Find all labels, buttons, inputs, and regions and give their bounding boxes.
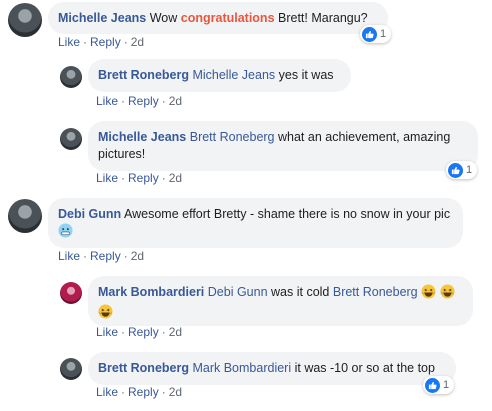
avatar[interactable] xyxy=(60,358,82,380)
separator: · xyxy=(161,325,166,339)
separator: · xyxy=(123,249,128,263)
laughing-emoji xyxy=(440,284,455,304)
comment-actions: Like · Reply · 2d xyxy=(96,171,182,185)
reaction-number: 1 xyxy=(466,164,473,176)
comment-timestamp[interactable]: 2d xyxy=(169,94,182,108)
comment-author[interactable]: Michelle Jeans xyxy=(98,130,186,144)
like-icon xyxy=(425,377,440,393)
like-link[interactable]: Like xyxy=(96,385,118,399)
comment-bubble: Brett Roneberg Mark Bombardieri it was -… xyxy=(88,352,456,385)
reply-link[interactable]: Reply xyxy=(128,325,159,339)
like-link[interactable]: Like xyxy=(96,94,118,108)
reply-link[interactable]: Reply xyxy=(90,35,121,49)
comment-timestamp[interactable]: 2d xyxy=(169,385,182,399)
comment-bubble: Brett Roneberg Michelle Jeans yes it was xyxy=(88,59,351,92)
reaction-number: 1 xyxy=(380,28,387,40)
comment-author[interactable]: Brett Roneberg xyxy=(98,68,189,82)
separator: · xyxy=(123,35,128,49)
separator: · xyxy=(161,385,166,399)
separator: · xyxy=(161,171,166,185)
reaction-count[interactable]: 1 xyxy=(423,376,455,394)
comment-timestamp[interactable]: 2d xyxy=(169,325,182,339)
reaction-count[interactable]: 1 xyxy=(360,25,392,43)
highlighted-word: congratulations xyxy=(180,11,275,25)
comment-author[interactable]: Brett Roneberg xyxy=(98,361,189,375)
separator: · xyxy=(121,385,126,399)
laughing-emoji xyxy=(421,284,436,304)
comment-bubble: Mark Bombardieri Debi Gunn was it cold B… xyxy=(88,276,473,326)
comment-timestamp[interactable]: 2d xyxy=(131,249,144,263)
comment-text: was it cold xyxy=(271,285,330,299)
comment-bubble: Michelle Jeans Wow congratulations Brett… xyxy=(48,2,388,34)
comment-actions: Like · Reply · 2d xyxy=(96,94,182,108)
comment-actions: Like · Reply · 2d xyxy=(58,249,144,263)
like-link[interactable]: Like xyxy=(96,325,118,339)
comment-timestamp[interactable]: 2d xyxy=(131,35,144,49)
separator: · xyxy=(121,325,126,339)
separator: · xyxy=(83,249,88,263)
like-icon xyxy=(362,26,377,42)
comment-bubble: Debi Gunn Awesome effort Bretty - shame … xyxy=(48,198,463,248)
separator: · xyxy=(161,94,166,108)
reply-link[interactable]: Reply xyxy=(128,385,159,399)
comment-author[interactable]: Mark Bombardieri xyxy=(98,285,204,299)
avatar[interactable] xyxy=(60,66,82,88)
comment-text: it was -10 or so at the top xyxy=(294,361,435,375)
comment-timestamp[interactable]: 2d xyxy=(169,171,182,185)
comment-bubble: Michelle Jeans Brett Roneberg what an ac… xyxy=(88,121,478,171)
like-link[interactable]: Like xyxy=(58,35,80,49)
comment-text: Awesome effort Bretty - shame there is n… xyxy=(124,207,451,221)
reply-link[interactable]: Reply xyxy=(128,171,159,185)
mention-link[interactable]: Brett Roneberg xyxy=(190,130,275,144)
mention-link[interactable]: Michelle Jeans xyxy=(192,68,275,82)
comment-actions: Like · Reply · 2d xyxy=(58,35,144,49)
mention-link[interactable]: Brett Roneberg xyxy=(333,285,418,299)
mention-link[interactable]: Debi Gunn xyxy=(208,285,268,299)
comment-text: Wow congratulations Brett! Marangu? xyxy=(150,11,368,25)
avatar[interactable] xyxy=(8,3,42,37)
reply-link[interactable]: Reply xyxy=(90,249,121,263)
comment-author[interactable]: Michelle Jeans xyxy=(58,11,146,25)
reaction-number: 1 xyxy=(443,379,450,391)
separator: · xyxy=(83,35,88,49)
reaction-count[interactable]: 1 xyxy=(446,161,478,179)
comment-text: yes it was xyxy=(278,68,334,82)
comment-actions: Like · Reply · 2d xyxy=(96,325,182,339)
comment-author[interactable]: Debi Gunn xyxy=(58,207,121,221)
like-link[interactable]: Like xyxy=(96,171,118,185)
avatar[interactable] xyxy=(60,282,82,304)
comment-actions: Like · Reply · 2d xyxy=(96,385,182,399)
cold-face-emoji xyxy=(58,223,73,243)
like-icon xyxy=(448,162,463,178)
separator: · xyxy=(121,171,126,185)
laughing-emoji xyxy=(98,304,113,324)
like-link[interactable]: Like xyxy=(58,249,80,263)
avatar[interactable] xyxy=(8,199,42,233)
avatar[interactable] xyxy=(60,128,82,150)
separator: · xyxy=(121,94,126,108)
comment-text-part: Brett! Marangu? xyxy=(274,11,368,25)
comment-text-part: Wow xyxy=(149,11,181,25)
mention-link[interactable]: Mark Bombardieri xyxy=(192,361,291,375)
reply-link[interactable]: Reply xyxy=(128,94,159,108)
